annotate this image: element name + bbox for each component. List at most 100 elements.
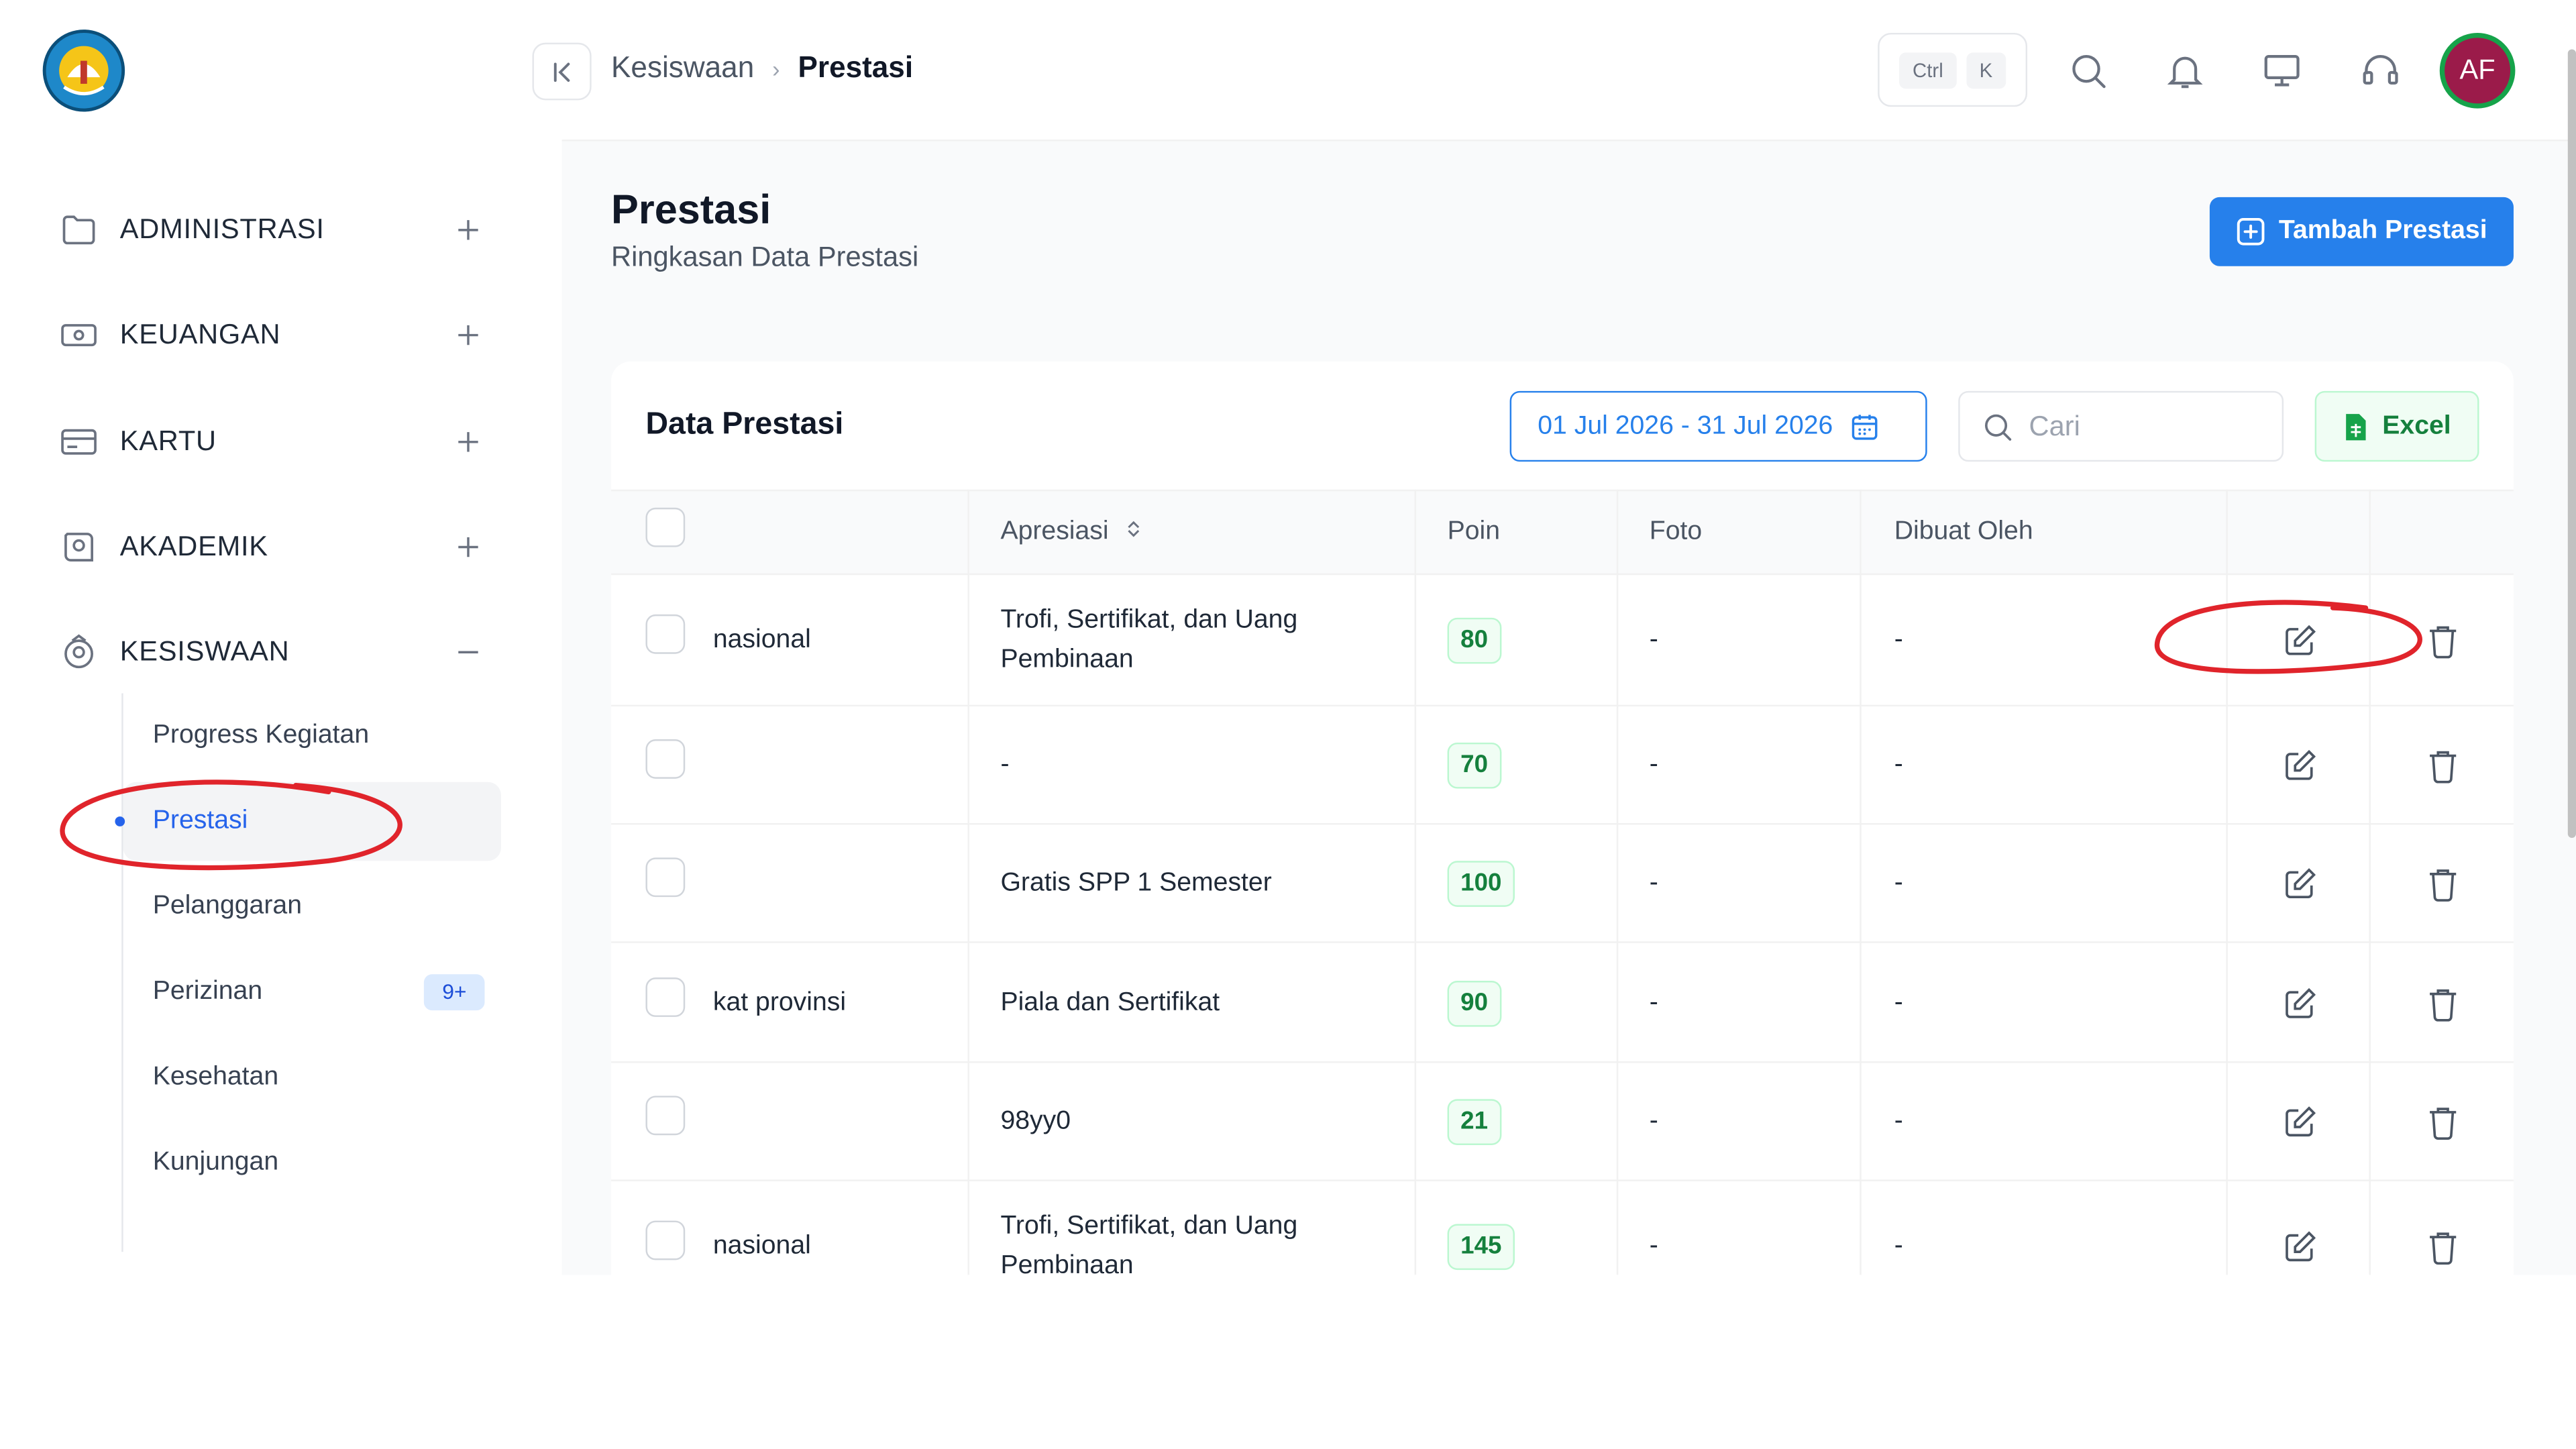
- sidebar-group-akademik[interactable]: AKADEMIK: [59, 515, 502, 580]
- search-field-icon: [1985, 413, 2012, 440]
- date-range-text: 01 Jul 2026 - 31 Jul 2026: [1538, 411, 1833, 440]
- trash-icon[interactable]: [2425, 866, 2461, 902]
- expand-plus-icon: [458, 325, 478, 345]
- breadcrumb-chevron-icon: ›: [772, 55, 780, 82]
- edit-icon[interactable]: [2282, 1104, 2318, 1140]
- sidebar-item-perizinan[interactable]: Perizinan 9+: [123, 953, 501, 1032]
- row-name: nasional: [712, 626, 811, 654]
- row-foto: -: [1649, 1107, 1658, 1136]
- table-row: 98yy0 21 - -: [611, 1063, 2514, 1181]
- edit-icon[interactable]: [2282, 1229, 2318, 1265]
- command-shortcut-button[interactable]: Ctrl K: [1878, 32, 2028, 107]
- row-dibuat-oleh: -: [1894, 626, 1903, 654]
- column-apresiasi-label: Apresiasi: [1000, 517, 1109, 546]
- row-checkbox[interactable]: [645, 857, 686, 898]
- row-checkbox[interactable]: [645, 739, 686, 779]
- row-poin-badge: 100: [1447, 861, 1515, 907]
- row-checkbox[interactable]: [645, 1220, 686, 1260]
- column-foto: Foto: [1649, 517, 1703, 546]
- row-name: kat provinsi: [712, 988, 847, 1016]
- row-apresiasi: Trofi, Sertifikat, dan Uang Pembinaan: [1000, 606, 1298, 674]
- edit-icon[interactable]: [2282, 985, 2318, 1021]
- search-placeholder: Cari: [2029, 410, 2080, 441]
- row-poin-badge: 21: [1447, 1099, 1501, 1145]
- table-row: Gratis SPP 1 Semester 100 - -: [611, 824, 2514, 943]
- sidebar-item-pelanggaran[interactable]: Pelanggaran: [123, 867, 501, 947]
- edit-icon[interactable]: [2282, 747, 2318, 784]
- excel-label: Excel: [2382, 411, 2451, 440]
- active-dot: [115, 816, 125, 826]
- trash-icon[interactable]: [2425, 747, 2461, 784]
- row-checkbox[interactable]: [645, 614, 686, 654]
- row-dibuat-oleh: -: [1894, 751, 1903, 779]
- main-content: Prestasi Ringkasan Data Prestasi Tambah …: [561, 141, 2576, 1275]
- data-card: Data Prestasi 01 Jul 2026 - 31 Jul 2026 …: [611, 361, 2514, 1275]
- edit-icon[interactable]: [2282, 623, 2318, 659]
- trash-icon[interactable]: [2425, 623, 2461, 659]
- search-icon[interactable]: [2067, 49, 2110, 92]
- select-all-checkbox[interactable]: [645, 507, 686, 547]
- row-apresiasi: Gratis SPP 1 Semester: [1000, 869, 1272, 898]
- sidebar-group-label: ADMINISTRASI: [119, 213, 325, 245]
- row-apresiasi: -: [1000, 751, 1010, 779]
- row-foto: -: [1649, 751, 1658, 779]
- sidebar-group-administrasi[interactable]: ADMINISTRASI: [59, 197, 502, 263]
- user-avatar[interactable]: AF: [2439, 32, 2516, 109]
- trash-icon[interactable]: [2425, 1104, 2461, 1140]
- bell-icon[interactable]: [2163, 49, 2206, 92]
- row-name: nasional: [712, 1232, 811, 1260]
- table-row: - 70 - -: [611, 706, 2514, 825]
- sidebar-group-keuangan[interactable]: KEUANGAN: [59, 303, 502, 368]
- sidebar-item-kunjungan[interactable]: Kunjungan: [123, 1124, 501, 1203]
- row-dibuat-oleh: -: [1894, 1232, 1903, 1260]
- sidebar-group-kartu[interactable]: KARTU: [59, 409, 502, 475]
- sidebar-item-label: Progress Kegiatan: [152, 721, 370, 749]
- export-excel-button[interactable]: Excel: [2314, 390, 2479, 462]
- support-headset-icon[interactable]: [2359, 49, 2402, 92]
- folder-icon: [62, 215, 95, 245]
- row-dibuat-oleh: -: [1894, 1107, 1903, 1136]
- trash-icon[interactable]: [2425, 985, 2461, 1021]
- row-poin-badge: 80: [1447, 617, 1501, 664]
- sidebar-item-label: Pelanggaran: [152, 892, 303, 920]
- date-range-picker[interactable]: 01 Jul 2026 - 31 Jul 2026: [1509, 390, 1927, 462]
- breadcrumb-parent[interactable]: Kesiswaan: [611, 51, 754, 85]
- scrollbar-thumb[interactable]: [2567, 49, 2576, 838]
- sidebar-group-label: KARTU: [119, 425, 217, 457]
- search-input[interactable]: Cari: [1958, 390, 2284, 462]
- row-foto: -: [1649, 1232, 1658, 1260]
- sidebar-item-label: Kesehatan: [152, 1063, 279, 1091]
- expand-plus-icon: [458, 432, 478, 452]
- page-subtitle: Ringkasan Data Prestasi: [611, 241, 919, 273]
- row-poin-badge: 145: [1447, 1224, 1515, 1271]
- collapse-icon: [553, 62, 570, 81]
- sidebar-group-label: KESISWAAN: [119, 635, 290, 667]
- breadcrumb-current: Prestasi: [798, 50, 914, 84]
- monitor-icon[interactable]: [2261, 49, 2304, 92]
- table-row: nasional Trofi, Sertifikat, dan Uang Pemb…: [611, 1181, 2514, 1275]
- trash-icon[interactable]: [2425, 1229, 2461, 1265]
- row-checkbox[interactable]: [645, 1095, 686, 1136]
- row-apresiasi: 98yy0: [1000, 1107, 1071, 1136]
- edit-icon[interactable]: [2282, 866, 2318, 902]
- sidebar-item-prestasi[interactable]: Prestasi: [115, 782, 501, 861]
- add-prestasi-label: Tambah Prestasi: [2278, 217, 2487, 245]
- sidebar-group-kesiswaan[interactable]: KESISWAAN: [59, 619, 502, 685]
- column-poin: Poin: [1447, 517, 1501, 546]
- row-apresiasi: Piala dan Sertifikat: [1000, 988, 1220, 1016]
- table-row: kat provinsi Piala dan Sertifikat 90 - -: [611, 943, 2514, 1063]
- academic-icon: [64, 533, 93, 561]
- expand-plus-icon: [458, 537, 478, 557]
- sidebar-group-label: AKADEMIK: [119, 531, 268, 562]
- sidebar-item-progress-kegiatan[interactable]: Progress Kegiatan: [123, 696, 501, 775]
- sidebar-item-kesehatan[interactable]: Kesehatan: [123, 1038, 501, 1118]
- sidebar-item-label: Perizinan: [152, 977, 263, 1006]
- kbd-ctrl: Ctrl: [1899, 52, 1957, 89]
- collapse-sidebar-button[interactable]: [532, 42, 592, 101]
- card-icon: [61, 429, 97, 455]
- row-poin-badge: 90: [1447, 979, 1501, 1026]
- row-checkbox[interactable]: [645, 976, 686, 1016]
- add-prestasi-button[interactable]: Tambah Prestasi: [2209, 197, 2514, 266]
- column-apresiasi[interactable]: Apresiasi: [1000, 517, 1142, 547]
- card-title: Data Prestasi: [645, 407, 844, 442]
